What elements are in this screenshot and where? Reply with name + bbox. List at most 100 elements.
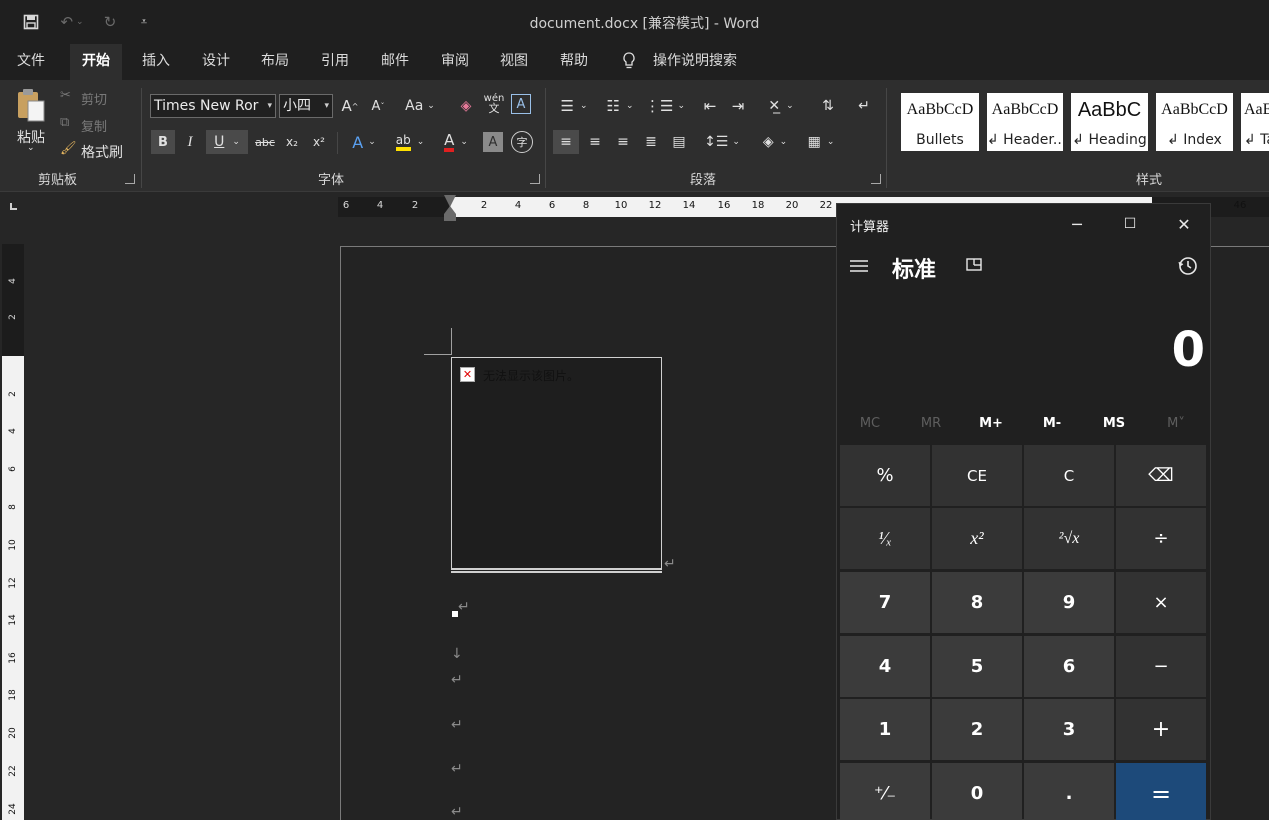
text-effects-icon[interactable]: A ⌄ [345,130,383,154]
close-icon[interactable]: ✕ [1164,212,1204,236]
clipboard-launcher-icon[interactable] [125,174,135,184]
memory-recall-button[interactable]: MR [901,416,961,431]
justify-icon[interactable]: ≣ [639,130,663,154]
copy-label[interactable]: 复制 [81,116,107,135]
memory-add-button[interactable]: M+ [961,416,1021,431]
tab-design[interactable]: 设计 [190,44,242,80]
clear-formatting-icon[interactable]: ◈ [455,94,477,118]
subscript-button[interactable]: x₂ [282,130,302,154]
shading-icon[interactable]: ◈ ⌄ [756,130,794,154]
digit-5-button[interactable]: 5 [932,636,1022,697]
style-table[interactable]: AaE ↲ Ta [1241,93,1269,151]
italic-button[interactable]: I [180,130,200,154]
character-shading-icon[interactable]: A [483,132,503,152]
grow-font-button[interactable]: A ^ [340,94,360,118]
font-color-icon[interactable]: A ⌄ [437,130,475,154]
backspace-button[interactable]: ⌫ [1116,445,1206,506]
digit-4-button[interactable]: 4 [840,636,930,697]
highlight-color-icon[interactable]: ab ⌄ [390,130,430,154]
broken-image[interactable]: ✕ 无法显示该图片。 [451,357,662,569]
cut-icon[interactable]: ✂ [60,88,71,103]
borders-icon[interactable]: ▦ ⌄ [802,130,840,154]
digit-7-button[interactable]: 7 [840,572,930,633]
superscript-button[interactable]: x² [308,130,330,154]
align-left-icon[interactable]: ≡ [553,130,579,154]
multilevel-list-icon[interactable]: ⋮☰ ⌄ [645,94,685,118]
square-root-button[interactable]: ²√x [1024,508,1114,569]
subtract-button[interactable]: − [1116,636,1206,697]
bullets-icon[interactable]: ☰ ⌄ [555,94,593,118]
tab-home[interactable]: 开始 [70,44,122,80]
bold-button[interactable]: B [151,130,175,154]
tab-review[interactable]: 审阅 [429,44,481,80]
chinese-layout-icon[interactable]: ✕̲ ⌄ [762,94,800,118]
tab-view[interactable]: 视图 [488,44,540,80]
left-indent-marker[interactable] [444,214,456,221]
clear-button[interactable]: C [1024,445,1114,506]
underline-button[interactable]: U ⌄ [206,130,248,154]
digit-1-button[interactable]: 1 [840,699,930,760]
align-right-icon[interactable]: ≡ [611,130,635,154]
tell-me-search[interactable]: 操作说明搜索 [641,44,749,80]
style-header[interactable]: AaBbCcD ↲ Header... [987,93,1063,151]
character-border-icon[interactable]: A [511,94,531,114]
calculator-window[interactable]: 计算器 ─ ☐ ✕ 标准 0 MC MR M+ M- MS M˅ % CE C … [836,203,1211,820]
paragraph-launcher-icon[interactable] [871,174,881,184]
digit-0-button[interactable]: 0 [932,763,1022,820]
font-launcher-icon[interactable] [530,174,540,184]
keep-on-top-icon[interactable] [965,256,983,274]
divide-button[interactable]: ÷ [1116,508,1206,569]
tab-help[interactable]: 帮助 [548,44,600,80]
show-marks-icon[interactable]: ↵ [852,94,876,118]
negate-button[interactable]: ⁺⁄₋ [840,763,930,820]
phonetic-guide-icon[interactable]: wén 文 [482,92,506,116]
style-index[interactable]: AaBbCcD ↲ Index [1156,93,1233,151]
copy-icon[interactable]: ⧉ [60,115,69,130]
tab-mailings[interactable]: 邮件 [369,44,421,80]
menu-icon[interactable] [850,259,868,273]
reciprocal-button[interactable]: ¹⁄ₓ [840,508,930,569]
tab-selector[interactable] [0,193,30,221]
clear-entry-button[interactable]: CE [932,445,1022,506]
vertical-ruler[interactable]: 4 2 2 4 6 8 10 12 14 16 18 20 22 24 [2,244,24,820]
digit-2-button[interactable]: 2 [932,699,1022,760]
style-bullets[interactable]: AaBbCcD Bullets [901,93,979,151]
shrink-font-button[interactable]: Aˇ [368,94,388,118]
digit-6-button[interactable]: 6 [1024,636,1114,697]
digit-9-button[interactable]: 9 [1024,572,1114,633]
numbering-icon[interactable]: ☷ ⌄ [601,94,639,118]
cut-label[interactable]: 剪切 [81,89,107,108]
change-case-button[interactable]: Aa ⌄ [401,94,439,118]
enclose-characters-icon[interactable]: 字 [511,131,533,153]
square-button[interactable]: x² [932,508,1022,569]
format-painter-icon[interactable]: 🖌 [60,141,77,156]
memory-list-button[interactable]: M˅ [1146,416,1206,431]
paste-dropdown-icon[interactable]: ⌄ [27,143,35,153]
memory-store-button[interactable]: MS [1084,416,1144,431]
distributed-icon[interactable]: ▤ [667,130,691,154]
history-icon[interactable] [1177,255,1199,277]
tab-insert[interactable]: 插入 [130,44,182,80]
decimal-button[interactable]: . [1024,763,1114,820]
digit-8-button[interactable]: 8 [932,572,1022,633]
memory-clear-button[interactable]: MC [840,416,900,431]
line-spacing-icon[interactable]: ↕☰ ⌄ [703,130,741,154]
add-button[interactable]: + [1116,699,1206,760]
multiply-button[interactable]: × [1116,572,1206,633]
tab-references[interactable]: 引用 [309,44,361,80]
tab-file[interactable]: 文件 [5,44,57,80]
format-painter-label[interactable]: 格式刷 [81,142,123,162]
paste-icon[interactable] [12,86,48,126]
tab-layout[interactable]: 布局 [249,44,301,80]
style-heading[interactable]: AaBbC ↲ Heading [1071,93,1148,151]
percent-button[interactable]: % [840,445,930,506]
maximize-icon[interactable]: ☐ [1110,212,1150,236]
font-size-select[interactable]: 小四 ▾ [279,94,333,118]
align-center-icon[interactable]: ≡ [583,130,607,154]
minimize-icon[interactable]: ─ [1057,212,1097,236]
increase-indent-icon[interactable]: ⇥ [726,94,750,118]
strikethrough-button[interactable]: abc [253,130,277,154]
memory-subtract-button[interactable]: M- [1022,416,1082,431]
digit-3-button[interactable]: 3 [1024,699,1114,760]
sort-icon[interactable]: ⇅ [816,94,840,118]
